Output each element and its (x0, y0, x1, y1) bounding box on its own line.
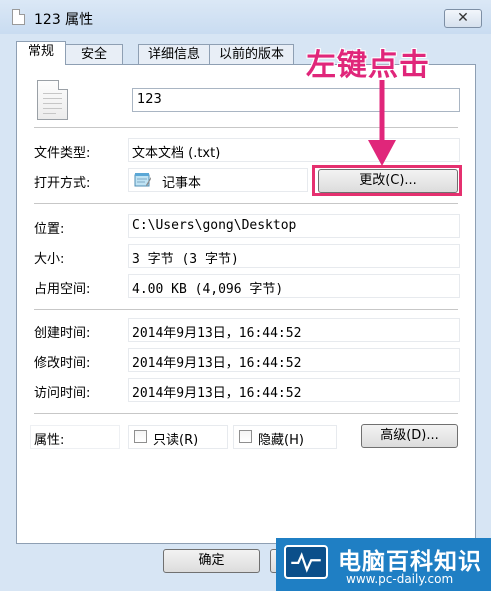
monitor-icon (284, 545, 328, 579)
general-panel (16, 64, 476, 544)
size-label: 大小: (34, 252, 65, 267)
readonly-label: 只读(R) (153, 433, 199, 448)
text-file-icon (37, 80, 68, 120)
created-label: 创建时间: (34, 326, 91, 341)
size-on-disk-value: 4.00 KB (4,096 字节) (132, 282, 284, 297)
window-title: 123 属性 (34, 12, 94, 28)
size-value: 3 字节 (3 字节) (132, 252, 239, 267)
notepad-icon (134, 173, 151, 187)
watermark-name: 电脑百科知识 (338, 549, 482, 575)
opens-with-label: 打开方式: (34, 176, 91, 191)
tab-previous-versions[interactable]: 以前的版本 (209, 44, 294, 64)
separator (34, 413, 458, 414)
modified-value: 2014年9月13日，16:44:52 (132, 356, 302, 371)
title-bar: 123 属性 ✕ (0, 0, 491, 34)
opens-with-value: 记事本 (162, 176, 202, 191)
ok-button[interactable]: 确定 (163, 549, 260, 573)
file-type-label: 文件类型: (34, 146, 91, 161)
advanced-button[interactable]: 高级(D)... (361, 424, 458, 448)
accessed-value: 2014年9月13日，16:44:52 (132, 386, 302, 401)
size-on-disk-label: 占用空间: (34, 282, 91, 297)
watermark-url: www.pc-daily.com (346, 572, 454, 586)
created-value: 2014年9月13日，16:44:52 (132, 326, 302, 341)
hidden-checkbox[interactable] (239, 430, 252, 443)
close-button[interactable]: ✕ (444, 9, 482, 28)
separator (34, 309, 458, 310)
hidden-label: 隐藏(H) (258, 433, 304, 448)
annotation-arrow (368, 80, 396, 166)
accessed-label: 访问时间: (34, 386, 91, 401)
readonly-checkbox[interactable] (134, 430, 147, 443)
separator (34, 203, 458, 204)
tab-general[interactable]: 常规 (16, 41, 66, 65)
file-name-input[interactable]: 123 (132, 88, 460, 112)
watermark-logo: 电脑百科知识 www.pc-daily.com (276, 538, 491, 591)
location-value: C:\Users\gong\Desktop (132, 218, 297, 233)
document-icon (12, 9, 25, 25)
tab-security[interactable]: 安全 (65, 44, 123, 64)
modified-label: 修改时间: (34, 356, 91, 371)
attributes-label-text: 属性: (34, 433, 65, 448)
tab-details[interactable]: 详细信息 (138, 44, 210, 64)
file-type-value: 文本文档 (.txt) (132, 146, 221, 161)
opens-with-field (128, 168, 308, 192)
location-label: 位置: (34, 222, 65, 237)
